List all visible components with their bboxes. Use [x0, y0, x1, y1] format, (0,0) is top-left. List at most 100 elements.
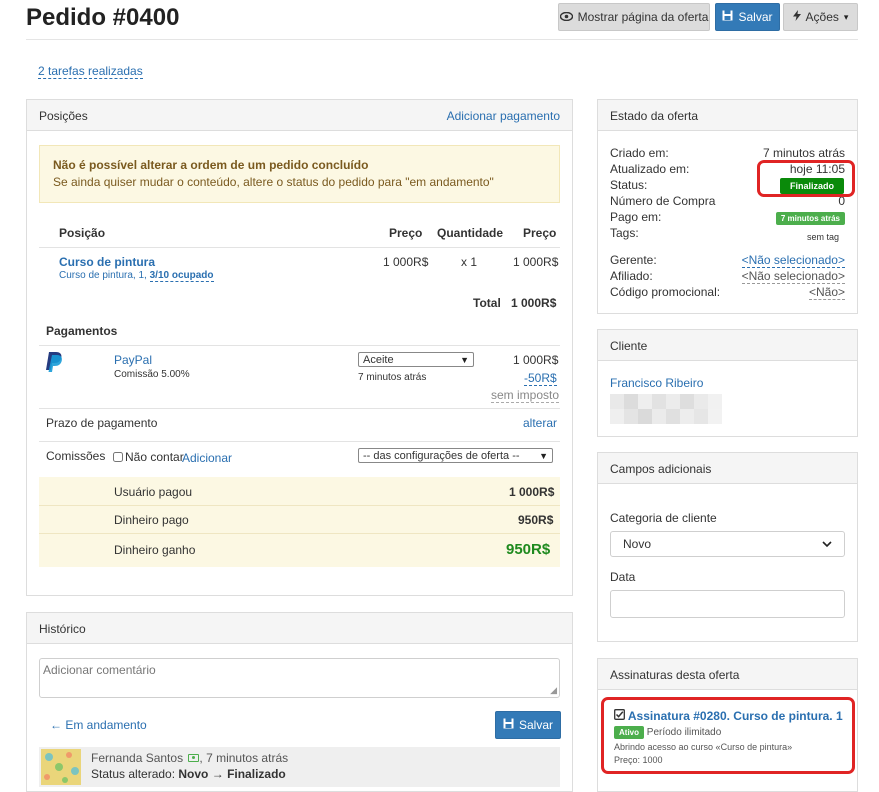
payment-time: 7 minutos atrás — [358, 372, 427, 383]
item-detail: Curso de pintura, 1, 3/10 ocupado — [59, 270, 214, 282]
blurred-contact-info — [610, 394, 722, 424]
chevron-down-icon: ▼ — [539, 450, 548, 461]
commissions-divider — [39, 441, 560, 442]
payment-commission: Comissão 5.00% — [114, 369, 190, 380]
payment-method-link[interactable]: PayPal — [114, 353, 152, 367]
payment-status-select[interactable]: Aceite ▼ — [358, 352, 474, 367]
paid-at-label: Pago em: — [610, 210, 662, 224]
chevron-down-icon: ▼ — [460, 354, 469, 365]
floppy-disk-icon — [722, 10, 733, 24]
column-header-price: Preço — [389, 226, 423, 240]
tags-value[interactable]: sem tag — [807, 232, 839, 242]
user-paid-value: 1 000R$ — [509, 485, 555, 499]
money-earned-label: Dinheiro ganho — [114, 543, 196, 557]
client-title: Cliente — [610, 339, 648, 353]
save-button[interactable]: Salvar — [715, 3, 780, 31]
status-in-progress-link[interactable]: ← Em andamento — [50, 718, 147, 732]
client-panel: Cliente Francisco Ribeiro — [597, 329, 858, 437]
column-header-position: Posição — [59, 226, 106, 240]
client-category-label: Categoria de cliente — [610, 511, 717, 525]
deadline-divider — [39, 408, 560, 409]
positions-panel-header: Posições Adicionar pagamento — [27, 100, 572, 131]
history-title: Histórico — [39, 622, 86, 636]
affiliate-label: Afiliado: — [610, 269, 653, 283]
total-label: Total — [473, 296, 501, 310]
history-save-button[interactable]: Salvar — [495, 711, 561, 739]
purchase-number-label: Número de Compra — [610, 194, 716, 208]
lightning-icon — [792, 10, 801, 24]
item-quantity: x 1 — [461, 255, 478, 269]
history-entry-header: Fernanda Santos , 7 minutos atrás — [91, 751, 288, 765]
id-card-icon — [188, 754, 200, 762]
status-label: Status: — [610, 178, 648, 192]
manager-label: Gerente: — [610, 253, 657, 267]
manager-select-link[interactable]: <Não selecionado> — [741, 253, 845, 268]
floppy-disk-icon — [503, 718, 514, 732]
table-divider — [39, 247, 560, 248]
add-payment-link[interactable]: Adicionar pagamento — [447, 109, 560, 123]
additional-fields-panel: Campos adicionais Categoria de cliente N… — [597, 452, 858, 642]
total-value: 1 000R$ — [511, 296, 557, 310]
history-time: , 7 minutos atrás — [199, 751, 289, 765]
offer-state-title: Estado da oferta — [610, 109, 699, 123]
eye-icon — [559, 10, 573, 24]
payment-tax[interactable]: sem imposto — [491, 388, 560, 403]
client-header: Cliente — [598, 330, 857, 361]
add-commission-link[interactable]: Adicionar — [182, 451, 232, 465]
completed-order-alert: Não é possível alterar a ordem de um ped… — [39, 145, 560, 203]
subscriptions-header: Assinaturas desta oferta — [598, 659, 857, 690]
item-price: 1 000R$ — [383, 255, 429, 269]
history-entry: Fernanda Santos , 7 minutos atrás Status… — [39, 747, 560, 787]
paid-at-badge: 7 minutos atrás — [775, 210, 845, 225]
actions-dropdown-button[interactable]: Ações ▾ — [783, 3, 858, 31]
history-panel-header: Histórico — [27, 613, 572, 644]
paypal-icon — [45, 352, 63, 377]
user-paid-label: Usuário pagou — [114, 485, 193, 499]
payment-fee-link[interactable]: -50R$ — [524, 371, 557, 386]
payment-amount: 1 000R$ — [513, 353, 559, 367]
money-paid-value: 950R$ — [518, 513, 554, 527]
payments-divider — [39, 345, 560, 346]
alert-title: Não é possível alterar a ordem de um ped… — [53, 158, 369, 172]
positions-panel: Posições Adicionar pagamento Não é possí… — [26, 99, 573, 596]
date-input[interactable] — [610, 590, 845, 618]
column-header-total-price: Preço — [523, 226, 557, 240]
tags-label: Tags: — [610, 226, 639, 240]
payments-title: Pagamentos — [46, 324, 118, 338]
affiliate-value[interactable]: <Não selecionado> — [741, 269, 845, 284]
client-category-select[interactable]: Novo — [610, 531, 845, 557]
no-count-option[interactable]: Não contar — [113, 450, 184, 464]
promo-code-label: Código promocional: — [610, 285, 721, 299]
subscriptions-title: Assinaturas desta oferta — [610, 668, 740, 682]
alert-text: Se ainda quiser mudar o conteúdo, altere… — [53, 175, 494, 189]
additional-fields-header: Campos adicionais — [598, 453, 857, 484]
commission-settings-select[interactable]: -- das configurações de oferta -- ▼ — [358, 448, 553, 463]
additional-fields-title: Campos adicionais — [610, 462, 712, 476]
no-count-checkbox[interactable] — [113, 452, 123, 462]
history-entry-text: Status alterado: Novo → Finalizado — [91, 767, 286, 781]
item-occupancy-link[interactable]: 3/10 ocupado — [149, 270, 214, 282]
promo-code-value[interactable]: <Não> — [808, 285, 845, 300]
client-name-link[interactable]: Francisco Ribeiro — [610, 376, 703, 390]
deadline-label: Prazo de pagamento — [46, 416, 158, 430]
status-highlight-box — [757, 160, 855, 197]
show-offer-page-button[interactable]: Mostrar página da oferta — [558, 3, 710, 31]
deadline-change-link[interactable]: alterar — [523, 416, 557, 430]
comment-textarea[interactable]: Adicionar comentário ◢ — [39, 658, 560, 698]
tasks-link[interactable]: 2 tarefas realizadas — [38, 64, 143, 79]
item-total-price: 1 000R$ — [513, 255, 559, 269]
positions-title: Posições — [39, 109, 88, 123]
caret-down-icon: ▾ — [843, 11, 849, 22]
subscription-highlight-box — [601, 697, 855, 774]
money-earned-value: 950R$ — [506, 541, 551, 558]
resize-handle-icon[interactable]: ◢ — [550, 685, 557, 696]
payment-summary: Usuário pagou 1 000R$ Dinheiro pago 950R… — [39, 477, 560, 567]
chevron-down-icon — [822, 537, 832, 551]
commissions-label: Comissões — [46, 449, 106, 463]
history-panel: Histórico Adicionar comentário ◢ ← Em an… — [26, 612, 573, 792]
updated-label: Atualizado em: — [610, 162, 690, 176]
history-author: Fernanda Santos — [91, 751, 184, 765]
item-name-link[interactable]: Curso de pintura — [59, 255, 155, 269]
date-label: Data — [610, 570, 636, 584]
created-value: 7 minutos atrás — [762, 146, 845, 160]
